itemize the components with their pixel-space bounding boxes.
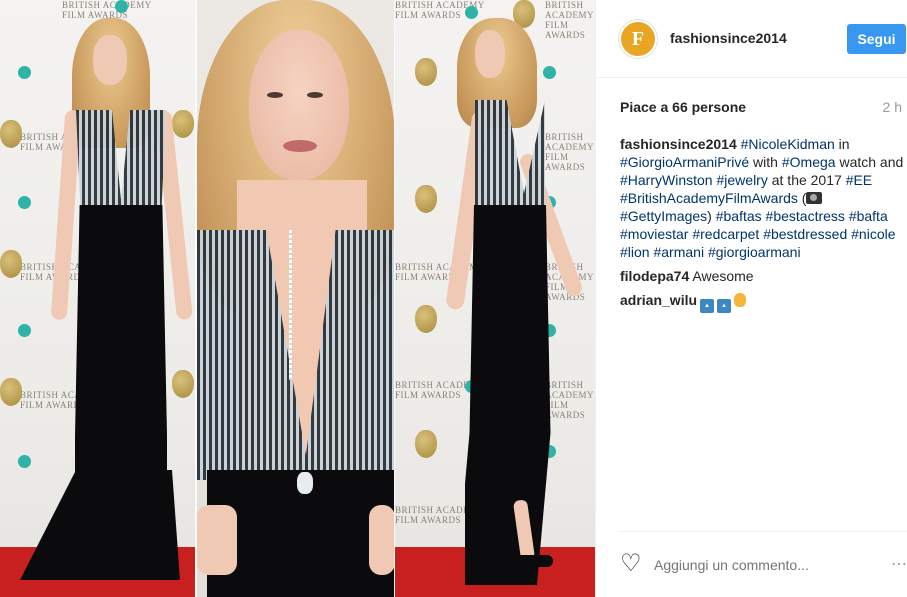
comment-author[interactable]: adrian_wilu — [620, 292, 697, 308]
user-avatar[interactable]: F — [619, 20, 657, 58]
hashtag-link[interactable]: #Omega — [782, 154, 836, 170]
caption-text: ( — [797, 190, 807, 206]
bafta-mask-logo — [415, 430, 437, 458]
hashtag-link[interactable]: #HarryWinston — [620, 172, 713, 188]
ee-logo — [18, 324, 31, 337]
comment-text: Awesome — [689, 268, 754, 284]
hashtag-link[interactable]: #NicoleKidman — [741, 136, 835, 152]
bafta-mask-logo — [415, 305, 437, 333]
avatar-letter: F — [631, 27, 645, 50]
closeup-hand — [197, 505, 237, 575]
hashtag-link[interactable]: #bestdressed — [763, 226, 847, 242]
hashtag-link[interactable]: #lion — [620, 244, 650, 260]
backdrop-text: BRITISH ACADEMYFILM AWARDS — [62, 0, 152, 20]
hashtag-link[interactable]: #GettyImages — [620, 208, 707, 224]
closeup-necklace — [289, 230, 292, 380]
post-time[interactable]: 2 h — [883, 99, 902, 115]
ee-logo — [18, 455, 31, 468]
ee-logo — [115, 0, 128, 13]
ee-logo — [465, 6, 478, 19]
hashtag-link[interactable]: #giorgioarmani — [708, 244, 801, 260]
post-sidebar: F fashionsince2014 Segui Piace a 66 pers… — [595, 0, 907, 597]
likes-count[interactable]: Piace a 66 persone — [620, 99, 746, 115]
hashtag-link[interactable]: #nicole — [851, 226, 895, 242]
photo-panel-side-pose: BRITISH ACADEMY FILM AWARDS BRITISH ACADE… — [395, 0, 595, 597]
hashtag-link[interactable]: #armani — [653, 244, 704, 260]
hashtag-link[interactable]: #jewelry — [716, 172, 767, 188]
caption-text: watch and — [835, 154, 904, 170]
closeup-brooch — [297, 472, 313, 494]
hashtag-link[interactable]: #baftas — [716, 208, 762, 224]
ee-logo — [18, 66, 31, 79]
caption-text: at the 2017 — [767, 172, 846, 188]
closeup-eye — [307, 92, 323, 98]
hashtag-link[interactable]: #EE — [846, 172, 872, 188]
closeup-hand — [369, 505, 395, 575]
follow-button[interactable]: Segui — [847, 24, 906, 54]
ok-hand-emoji — [734, 293, 747, 307]
bafta-mask-logo — [0, 120, 22, 148]
bafta-mask-logo — [0, 250, 22, 278]
camera-emoji — [806, 192, 823, 204]
bafta-mask-logo — [0, 378, 22, 406]
comment-author[interactable]: filodepa74 — [620, 268, 689, 284]
comment-item: adrian_wilu ▲ ▲ — [620, 291, 904, 313]
top-emoji: ▲ — [717, 299, 732, 313]
figure-face — [93, 35, 127, 85]
hashtag-link[interactable]: #GiorgioArmaniPrivé — [620, 154, 749, 170]
heart-icon[interactable]: ♡ — [620, 552, 642, 576]
bafta-mask-logo — [172, 110, 194, 138]
comment-bar: ♡ ⋯ — [620, 531, 907, 597]
bafta-mask-logo — [172, 370, 194, 398]
photo-panel-closeup — [197, 0, 395, 597]
figure-dress-train — [20, 470, 180, 580]
more-options-icon[interactable]: ⋯ — [891, 554, 907, 574]
bafta-mask-logo — [415, 58, 437, 86]
caption-text: in — [834, 136, 850, 152]
top-emoji: ▲ — [700, 299, 715, 313]
closeup-face — [249, 30, 349, 180]
caption-text: with — [749, 154, 782, 170]
backdrop-text: BRITISH ACADEMYFILM AWARDS — [545, 132, 595, 172]
photo-panel-full-length: BRITISH ACADEMYFILM AWARDS BRITISH ACADE… — [0, 0, 197, 597]
bafta-mask-logo — [415, 185, 437, 213]
add-comment-input[interactable] — [654, 557, 874, 573]
backdrop-text: BRITISH ACADEMYFILM AWARDS — [545, 380, 595, 420]
figure-face — [475, 30, 505, 78]
caption-text: ) — [707, 208, 716, 224]
comments-list: fashionsince2014 #NicoleKidman in #Giorg… — [620, 135, 904, 313]
hashtag-link[interactable]: #moviestar — [620, 226, 688, 242]
closeup-lips — [283, 140, 317, 152]
figure-dress — [465, 205, 551, 585]
post-photo[interactable]: BRITISH ACADEMYFILM AWARDS BRITISH ACADE… — [0, 0, 595, 597]
ee-logo — [18, 196, 31, 209]
post-header: F fashionsince2014 Segui — [596, 0, 907, 78]
closeup-eye — [267, 92, 283, 98]
ee-logo — [543, 66, 556, 79]
backdrop-text: BRITISH ACADEMYFILM AWARDS — [395, 262, 485, 282]
comment-item: filodepa74 Awesome — [620, 267, 904, 285]
hashtag-link[interactable]: #redcarpet — [692, 226, 759, 242]
backdrop-text: BRITISH ACADEMYFILM AWARDS — [545, 0, 595, 40]
hashtag-link[interactable]: #BritishAcademyFilmAwards — [620, 190, 798, 206]
figure-shoe — [513, 555, 553, 567]
hashtag-link[interactable]: #bestactress — [766, 208, 845, 224]
hashtag-link[interactable]: #bafta — [849, 208, 888, 224]
caption-author[interactable]: fashionsince2014 — [620, 136, 737, 152]
post-caption: fashionsince2014 #NicoleKidman in #Giorg… — [620, 135, 904, 261]
username-link[interactable]: fashionsince2014 — [670, 30, 787, 46]
